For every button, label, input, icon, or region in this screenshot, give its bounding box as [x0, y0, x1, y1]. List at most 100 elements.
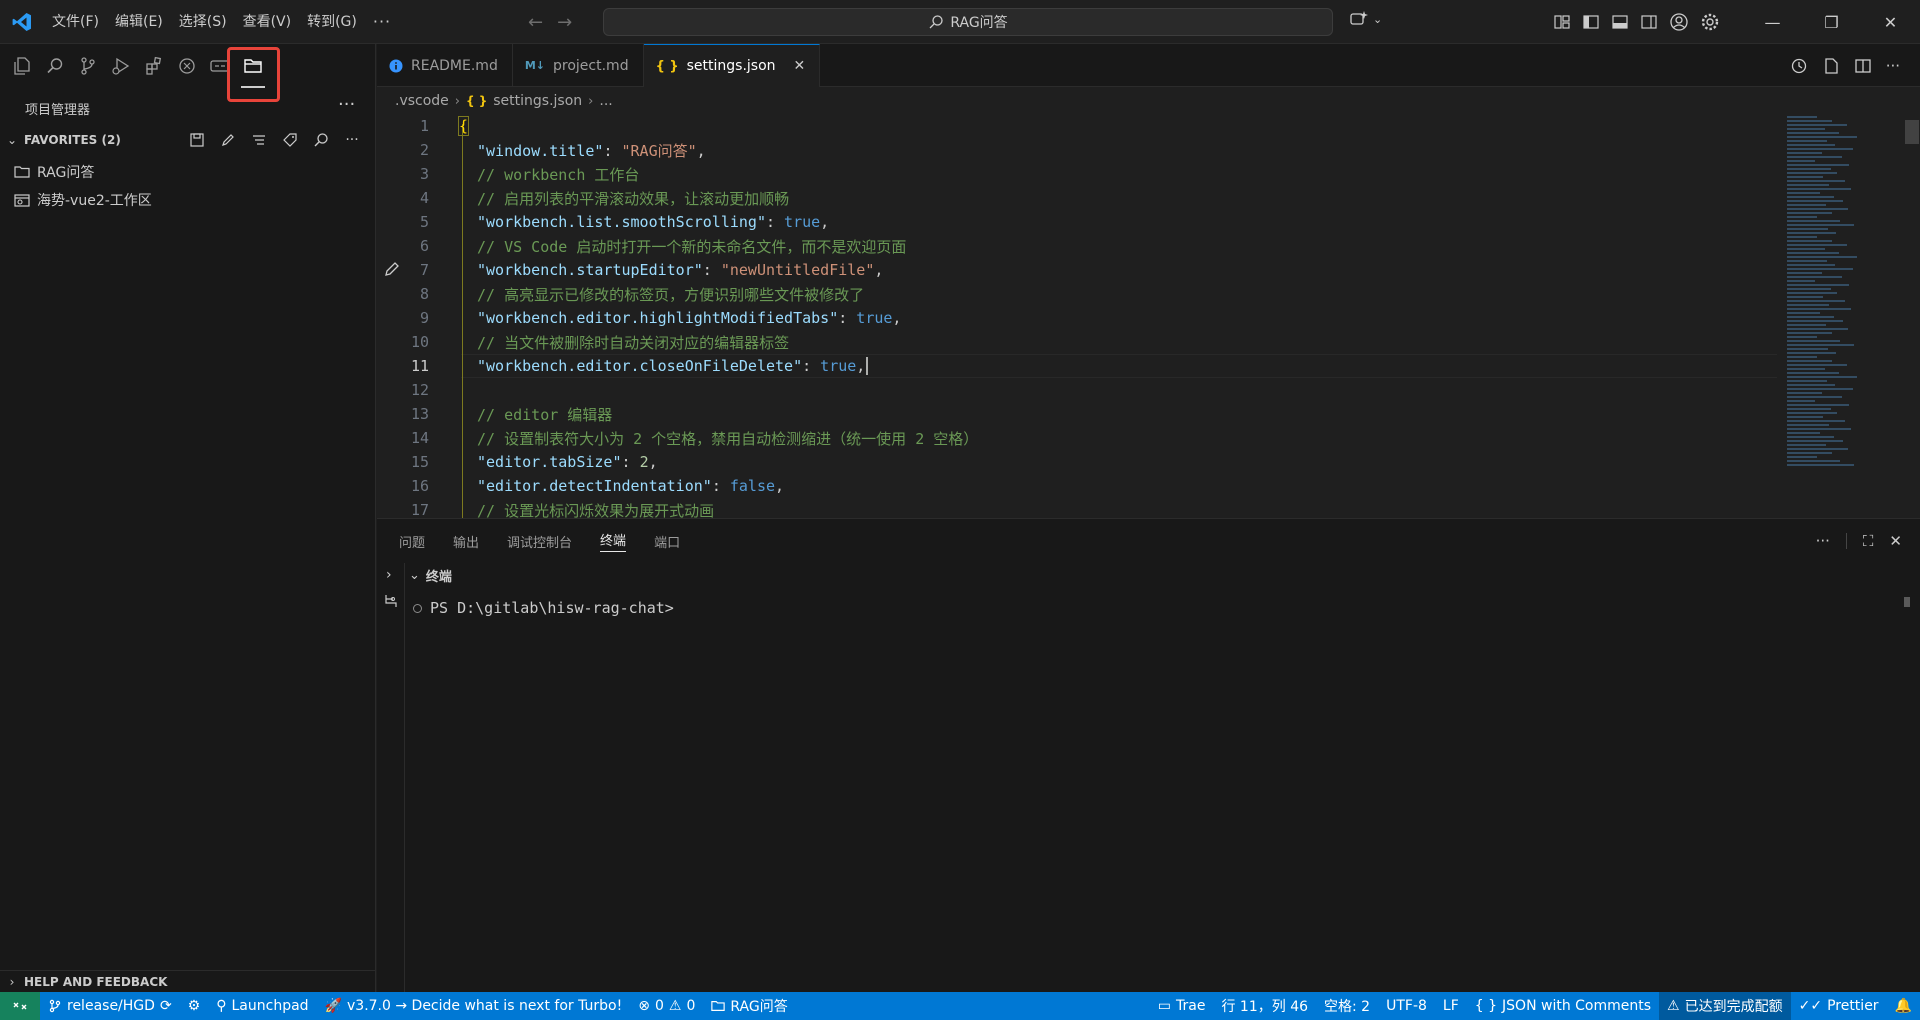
- tab-project[interactable]: M↓ project.md: [513, 44, 644, 87]
- editor-scrollbar[interactable]: [1905, 120, 1919, 144]
- source-control-icon[interactable]: [74, 52, 102, 80]
- terminal-tabs-icon[interactable]: [383, 593, 399, 609]
- minimap-row: [1787, 436, 1834, 438]
- menu-file[interactable]: 文件(F): [44, 0, 107, 44]
- minimap-row: [1787, 412, 1837, 414]
- close-icon[interactable]: ✕: [794, 58, 806, 74]
- project-status[interactable]: RAG问答: [703, 992, 795, 1020]
- notifications-button[interactable]: 🔔: [1887, 992, 1920, 1020]
- favorite-item-rag[interactable]: RAG问答: [14, 161, 94, 183]
- branch-status[interactable]: release/HGD ⟳: [40, 992, 180, 1020]
- explorer-icon[interactable]: [8, 52, 36, 80]
- quota-status[interactable]: ⚠ 已达到完成配额: [1659, 992, 1791, 1020]
- menu-selection[interactable]: 选择(S): [171, 0, 235, 44]
- sync-icon[interactable]: ⟳: [160, 998, 172, 1014]
- more-actions-icon[interactable]: ···: [341, 130, 363, 150]
- sidebar-more-icon[interactable]: ···: [338, 94, 355, 115]
- terminal-scrollbar[interactable]: [1904, 597, 1910, 607]
- back-arrow-icon[interactable]: ←: [528, 12, 543, 33]
- line-number: 10: [410, 333, 429, 351]
- customize-layout-icon[interactable]: [1553, 13, 1571, 31]
- open-changes-icon[interactable]: [1822, 57, 1840, 75]
- minimap-row: [1787, 332, 1832, 334]
- chevron-right-icon: ›: [9, 974, 15, 989]
- copilot-button[interactable]: ⌄: [1349, 10, 1382, 28]
- minimap-row: [1787, 336, 1817, 338]
- tab-problems[interactable]: 问题: [399, 532, 425, 551]
- search-icon[interactable]: [41, 52, 69, 80]
- minimap-row: [1787, 160, 1815, 162]
- tag-icon[interactable]: [279, 130, 301, 150]
- turbo-status[interactable]: 🚀 v3.7.0 → Decide what is next for Turbo…: [317, 992, 631, 1020]
- problems-status[interactable]: ⊗ 0 ⚠ 0: [630, 992, 703, 1020]
- remote-explorer-icon[interactable]: [173, 52, 201, 80]
- tab-readme[interactable]: README.md: [377, 44, 513, 87]
- more-actions-icon[interactable]: ···: [1886, 57, 1900, 75]
- encoding-status[interactable]: UTF-8: [1378, 992, 1435, 1020]
- more-actions-icon[interactable]: ···: [1816, 532, 1830, 550]
- prettier-status[interactable]: ✓✓ Prettier: [1791, 992, 1887, 1020]
- toggle-panel-icon[interactable]: [1611, 13, 1629, 31]
- menu-go[interactable]: 转到(G): [299, 0, 365, 44]
- code-text: // VS Code 启动时打开一个新的未命名文件，而不是欢迎页面: [477, 237, 907, 256]
- filter-list-icon[interactable]: [248, 130, 270, 150]
- search-project-icon[interactable]: [310, 130, 332, 150]
- minimap-row: [1787, 388, 1853, 390]
- remote-indicator-icon[interactable]: [0, 992, 40, 1020]
- code-line: 17 // 设置光标闪烁效果为展开式动画: [377, 498, 1777, 518]
- save-project-icon[interactable]: [186, 130, 208, 150]
- breadcrumb-symbol[interactable]: ...: [599, 93, 612, 109]
- minimap-row: [1787, 176, 1823, 178]
- launchpad-button[interactable]: ⚲ Launchpad: [208, 992, 316, 1020]
- tab-output[interactable]: 输出: [453, 532, 479, 551]
- maximize-panel-icon[interactable]: ⛶: [1863, 532, 1874, 550]
- close-panel-icon[interactable]: ✕: [1889, 532, 1902, 550]
- toggle-secondary-sidebar-icon[interactable]: [1640, 13, 1658, 31]
- favorite-item-workspace[interactable]: 海势-vue2-工作区: [14, 189, 152, 211]
- eol-status[interactable]: LF: [1435, 992, 1467, 1020]
- chevron-right-icon[interactable]: ›: [386, 567, 392, 583]
- tab-terminal[interactable]: 终端: [600, 530, 627, 552]
- edit-pencil-icon[interactable]: [217, 130, 239, 150]
- menu-more[interactable]: ···: [365, 0, 399, 44]
- menu-view[interactable]: 查看(V): [235, 0, 300, 44]
- tab-settings[interactable]: { } settings.json ✕: [643, 44, 821, 87]
- menu-bar: 文件(F) 编辑(E) 选择(S) 查看(V) 转到(G) ···: [44, 0, 399, 44]
- tab-label: settings.json: [686, 58, 776, 74]
- account-icon[interactable]: [1669, 12, 1689, 32]
- timeline-history-icon[interactable]: [1790, 57, 1808, 75]
- terminal-prompt-line[interactable]: PS D:\gitlab\hisw-rag-chat>: [413, 599, 674, 617]
- command-center[interactable]: RAG问答: [603, 8, 1333, 36]
- minimap[interactable]: [1787, 114, 1897, 494]
- git-graph-button[interactable]: ⚙: [180, 992, 209, 1020]
- gear-icon[interactable]: [1700, 12, 1720, 32]
- line-number: 11: [410, 357, 429, 375]
- breadcrumb-folder[interactable]: .vscode: [395, 93, 449, 109]
- folder-icon: [711, 1001, 726, 1011]
- toggle-primary-sidebar-icon[interactable]: [1582, 13, 1600, 31]
- restore-button[interactable]: ❐: [1802, 0, 1861, 44]
- close-window-button[interactable]: ✕: [1861, 0, 1920, 44]
- tab-ports[interactable]: 端口: [654, 532, 680, 551]
- info-icon: [389, 59, 403, 72]
- extensions-icon[interactable]: [140, 52, 168, 80]
- breadcrumb-file[interactable]: settings.json: [493, 93, 582, 109]
- help-feedback-section[interactable]: › HELP AND FEEDBACK: [0, 970, 376, 992]
- indentation-status[interactable]: 空格: 2: [1316, 992, 1378, 1020]
- terminal-prompt: PS D:\gitlab\hisw-rag-chat>: [430, 599, 674, 617]
- split-editor-icon[interactable]: [1854, 57, 1872, 75]
- trae-status[interactable]: ▭ Trae: [1150, 992, 1214, 1020]
- menu-edit[interactable]: 编辑(E): [107, 0, 171, 44]
- terminal-section-header[interactable]: ⌄ 终端: [409, 564, 452, 586]
- run-debug-icon[interactable]: [107, 52, 135, 80]
- minimize-button[interactable]: —: [1743, 0, 1802, 44]
- cursor-position[interactable]: 行 11，列 46: [1213, 992, 1316, 1020]
- chevron-down-icon: ⌄: [6, 133, 18, 147]
- tab-debug-console[interactable]: 调试控制台: [507, 532, 572, 551]
- code-editor[interactable]: 1{ 2 "window.title": "RAG问答", 3// workben…: [377, 114, 1920, 518]
- language-mode[interactable]: { } JSON with Comments: [1467, 992, 1659, 1020]
- layout-controls: [1553, 0, 1720, 44]
- minimap-row: [1787, 292, 1837, 294]
- minimap-row: [1787, 352, 1836, 354]
- forward-arrow-icon[interactable]: →: [557, 12, 572, 33]
